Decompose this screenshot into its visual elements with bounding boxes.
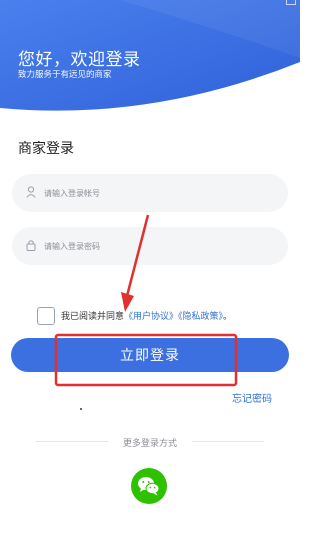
header-banner: 您好，欢迎登录 致力服务于有远见的商家 (0, 0, 300, 118)
stray-dot (80, 408, 82, 410)
password-input[interactable] (44, 227, 274, 265)
wechat-login-button[interactable] (131, 468, 167, 504)
user-agreement-link[interactable]: 《用户协议》 (124, 312, 178, 322)
account-input[interactable] (44, 174, 274, 212)
more-login-label: 更多登录方式 (122, 439, 177, 449)
welcome-subtitle: 致力服务于有远见的商家 (18, 70, 112, 80)
user-icon (26, 186, 36, 198)
agreement-text: 我已阅读并同意《用户协议》《隐私政策》。 (61, 309, 232, 322)
status-bar-icon (286, 0, 296, 5)
page-title: 商家登录 (18, 141, 74, 157)
agreement-prefix: 我已阅读并同意 (61, 312, 125, 322)
privacy-policy-link[interactable]: 《隐私政策》 (178, 312, 223, 322)
account-field[interactable] (12, 174, 288, 212)
login-button[interactable]: 立即登录 (11, 338, 289, 372)
welcome-title: 您好，欢迎登录 (18, 50, 141, 70)
agreement-row: 我已阅读并同意《用户协议》《隐私政策》。 (37, 307, 287, 327)
forgot-password-link[interactable]: 忘记密码 (232, 390, 272, 405)
lock-icon (26, 240, 36, 251)
agree-checkbox[interactable] (37, 307, 55, 325)
password-field[interactable] (12, 227, 288, 265)
wechat-icon (138, 477, 160, 496)
agreement-suffix: 。 (223, 312, 233, 322)
